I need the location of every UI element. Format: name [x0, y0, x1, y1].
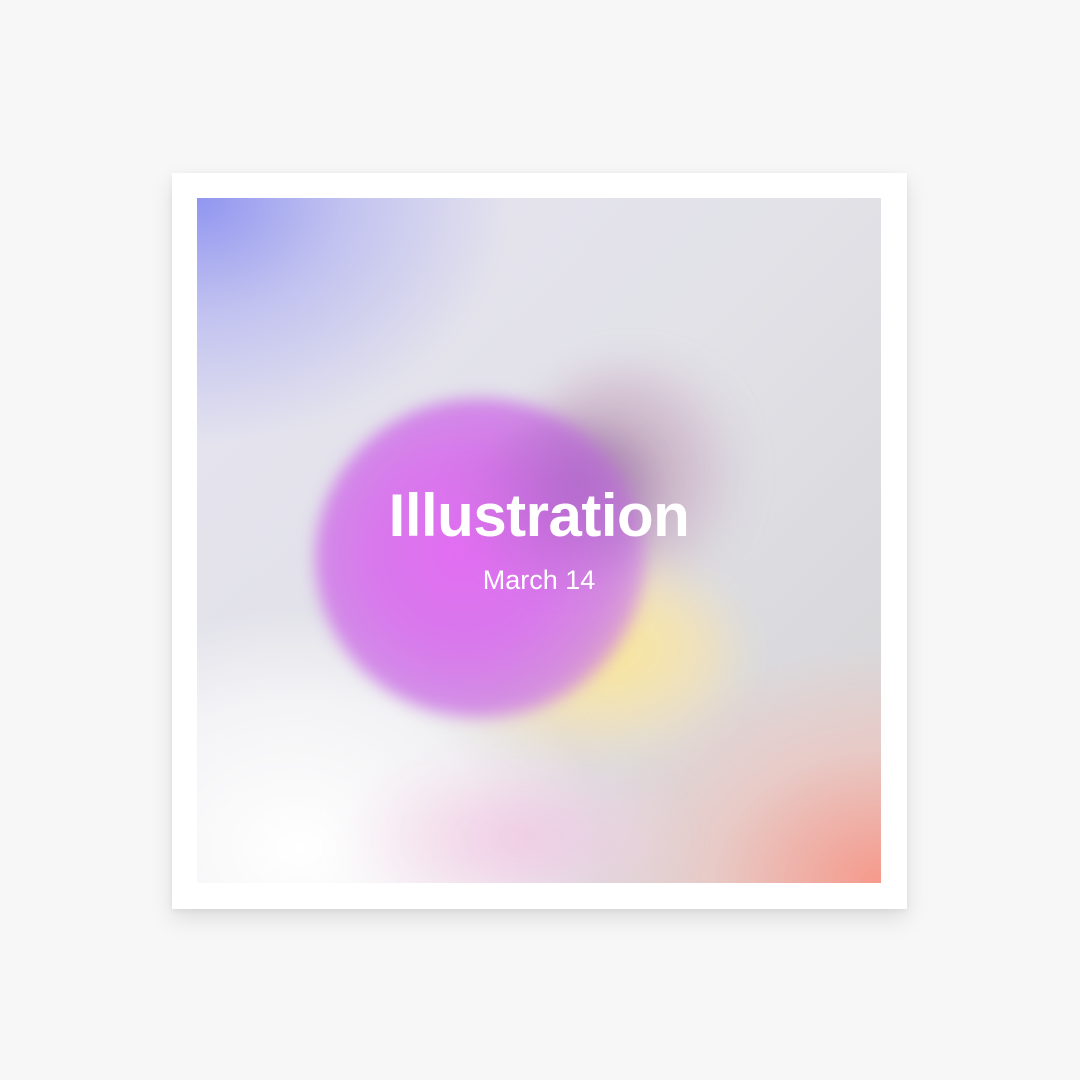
poster-frame: Illustration March 14 — [172, 173, 907, 909]
poster-date: March 14 — [482, 565, 596, 595]
poster-title: Illustration — [388, 482, 690, 549]
canvas: Illustration March 14 — [0, 0, 1080, 1080]
pink-glow — [357, 758, 677, 883]
gradient-artwork: Illustration March 14 — [197, 198, 881, 883]
